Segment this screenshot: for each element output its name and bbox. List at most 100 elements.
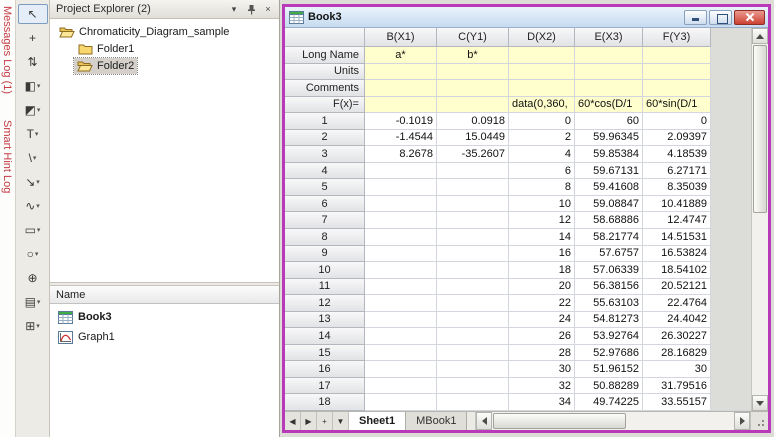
cell[interactable] [437,278,509,296]
vertical-scroll-track[interactable] [752,44,768,395]
row-header[interactable]: 1 [285,113,365,130]
maximize-button[interactable] [709,9,732,25]
horizontal-scrollbar[interactable] [475,412,750,430]
scroll-down-button[interactable] [752,395,768,411]
book-titlebar[interactable]: Book3 [285,7,768,28]
cell[interactable]: 60*cos(D/1 [575,96,643,114]
cell[interactable]: 14.51531 [643,228,711,246]
cell[interactable]: 10.41889 [643,195,711,213]
scroll-left-button[interactable] [476,412,493,430]
cell[interactable] [643,47,711,64]
cell[interactable] [365,361,437,378]
cell[interactable]: -0.1019 [365,113,437,130]
scroll-tabs-left-button[interactable]: ◀ [285,412,301,430]
cell[interactable] [437,212,509,229]
cell[interactable]: 24.4042 [643,311,711,329]
cell[interactable]: 49.74225 [575,394,643,411]
row-header[interactable]: 7 [285,212,365,229]
column-header[interactable]: F(Y3) [643,28,711,47]
row-header[interactable]: 16 [285,361,365,378]
row-header[interactable]: 14 [285,328,365,345]
cell[interactable]: -35.2607 [437,146,509,163]
cell[interactable] [509,47,575,64]
tree-item-folder1[interactable]: Folder1 [50,40,279,57]
cell[interactable]: 16 [509,245,575,263]
cell[interactable]: 20 [509,278,575,296]
cell[interactable] [437,245,509,263]
cell[interactable]: 60*sin(D/1 [643,96,711,114]
cell[interactable] [437,80,509,97]
row-header[interactable]: 10 [285,262,365,279]
mask-tool[interactable]: ◧ ▾ [18,76,48,96]
tree-item-folder2[interactable]: Folder2 [50,56,279,75]
cell[interactable] [365,96,437,114]
cell[interactable]: 16.53824 [643,245,711,263]
pointer-tool[interactable]: ↖ [17,4,48,24]
horizontal-scroll-track[interactable] [492,412,734,430]
cell[interactable] [437,195,509,213]
cell[interactable]: 30 [509,361,575,378]
cell[interactable]: 22 [509,295,575,312]
cell[interactable]: 58.68886 [575,212,643,229]
cell[interactable]: 22.4764 [643,295,711,312]
row-header[interactable]: 8 [285,228,365,246]
list-item-book3[interactable]: Book3 [50,307,279,327]
cell[interactable]: 60 [575,113,643,130]
cell[interactable] [365,278,437,296]
cell[interactable] [365,80,437,97]
cell[interactable]: 55.63103 [575,295,643,312]
add-sheet-button[interactable]: + [317,412,333,430]
cell[interactable] [437,63,509,81]
cell[interactable] [365,394,437,411]
cell[interactable]: 18.54102 [643,262,711,279]
cell[interactable]: b* [437,47,509,64]
cell[interactable] [365,228,437,246]
curve-tool[interactable]: ∿ ▾ [18,196,48,216]
cell[interactable]: 0 [509,113,575,130]
row-header[interactable]: 12 [285,295,365,312]
cell[interactable] [437,162,509,180]
cell[interactable]: 34 [509,394,575,411]
project-explorer-titlebar[interactable]: Project Explorer (2) ▾ × [50,0,279,19]
cell[interactable]: 24 [509,311,575,329]
row-header[interactable]: 17 [285,377,365,395]
vertical-scroll-thumb[interactable] [753,45,767,214]
arrow-tool[interactable]: ↘ ▾ [18,172,48,192]
scroll-up-button[interactable] [752,28,768,44]
name-column-header[interactable]: Name [50,286,279,304]
cell[interactable] [365,262,437,279]
sheet-tab-sheet1[interactable]: Sheet1 [349,412,407,430]
circle-tool[interactable]: ○ ▾ [18,244,48,264]
cell[interactable]: 54.81273 [575,311,643,329]
sheet-list-button[interactable]: ▼ [333,412,349,430]
cell[interactable]: 12.4747 [643,212,711,229]
fill-area-tool[interactable]: ▤ ▾ [18,292,48,312]
vertical-scrollbar[interactable] [751,28,768,411]
cell[interactable]: 56.38156 [575,278,643,296]
cell[interactable]: 31.79516 [643,377,711,395]
sheet-tab-mbook1[interactable]: MBook1 [406,412,468,430]
cell[interactable]: 59.85384 [575,146,643,163]
auto-hide-pin-button[interactable] [243,2,259,17]
cell[interactable]: 10 [509,195,575,213]
row-header[interactable]: Units [285,63,365,81]
window-position-button[interactable]: ▾ [226,2,242,17]
cell[interactable]: 4.18539 [643,146,711,163]
rectangle-tool[interactable]: ▭ ▾ [18,220,48,240]
scroll-right-button[interactable] [734,412,750,430]
cell[interactable] [437,394,509,411]
data-selector-tool[interactable]: ⇅ [18,52,48,72]
row-header[interactable]: 5 [285,179,365,196]
cell[interactable]: 57.6757 [575,245,643,263]
cell[interactable] [437,377,509,395]
cell[interactable] [437,96,509,114]
row-header[interactable]: 15 [285,344,365,362]
cell[interactable] [575,80,643,97]
dock-tab-smart-hint-log[interactable]: Smart Hint Log [0,114,14,197]
cell[interactable] [365,245,437,263]
cell[interactable] [437,344,509,362]
row-header[interactable]: 9 [285,245,365,263]
cell[interactable] [365,328,437,345]
minimize-button[interactable] [684,9,707,25]
horizontal-scroll-thumb[interactable] [493,413,627,429]
